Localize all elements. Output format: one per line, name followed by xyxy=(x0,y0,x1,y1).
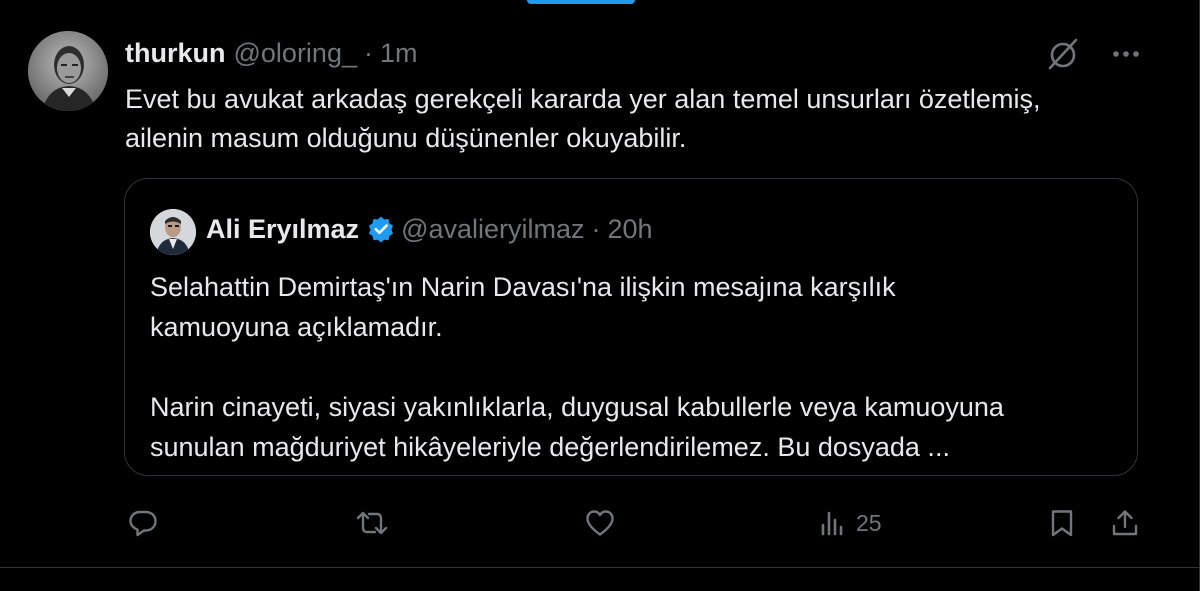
tweet-action-bar: 25 xyxy=(124,505,1149,541)
reply-icon xyxy=(128,508,158,538)
scroll-indicator xyxy=(527,0,635,4)
tweet-header-actions xyxy=(1044,35,1140,78)
quoted-tweet-text: Selahattin Demirtaş'ın Narin Davası'na i… xyxy=(150,272,1004,462)
retweet-icon xyxy=(354,508,390,538)
share-button[interactable] xyxy=(1110,505,1140,541)
quoted-avatar-image xyxy=(150,209,196,255)
bookmark-button[interactable] xyxy=(1048,505,1076,541)
quoted-tweet-header: Ali Eryılmaz @avalieryilmaz · 20h xyxy=(206,212,653,246)
author-display-name[interactable]: thurkun xyxy=(125,38,226,69)
tweet-header: thurkun @oloring_ · 1m xyxy=(125,36,418,70)
more-icon[interactable] xyxy=(1112,35,1140,78)
tweet-text: Evet bu avukat arkadaş gerekçeli kararda… xyxy=(125,84,1041,153)
tweet-timestamp[interactable]: 1m xyxy=(380,38,418,69)
quoted-tweet-timestamp[interactable]: 20h xyxy=(608,214,653,245)
quoted-tweet-card[interactable]: Ali Eryılmaz @avalieryilmaz · 20h Selaha… xyxy=(124,178,1138,476)
quoted-header-separator: · xyxy=(591,213,601,244)
avatar[interactable] xyxy=(28,31,108,111)
views-icon xyxy=(818,508,848,538)
views-count: 25 xyxy=(856,509,882,536)
quoted-author-handle[interactable]: @avalieryilmaz xyxy=(401,214,584,245)
bookmark-icon xyxy=(1048,508,1076,538)
quoted-avatar[interactable] xyxy=(150,209,196,255)
like-icon xyxy=(584,508,616,538)
share-icon xyxy=(1110,508,1140,538)
author-handle[interactable]: @oloring_ xyxy=(234,38,357,69)
verified-badge-icon xyxy=(367,215,395,243)
quoted-author-display-name[interactable]: Ali Eryılmaz xyxy=(206,214,359,245)
header-separator: · xyxy=(363,37,373,68)
grok-icon[interactable] xyxy=(1044,35,1082,78)
reply-button[interactable] xyxy=(128,505,158,541)
tweet-divider xyxy=(0,567,1200,568)
like-button[interactable] xyxy=(584,505,616,541)
views-button[interactable]: 25 xyxy=(818,505,882,541)
retweet-button[interactable] xyxy=(354,505,390,541)
user-avatar-image xyxy=(28,31,108,111)
